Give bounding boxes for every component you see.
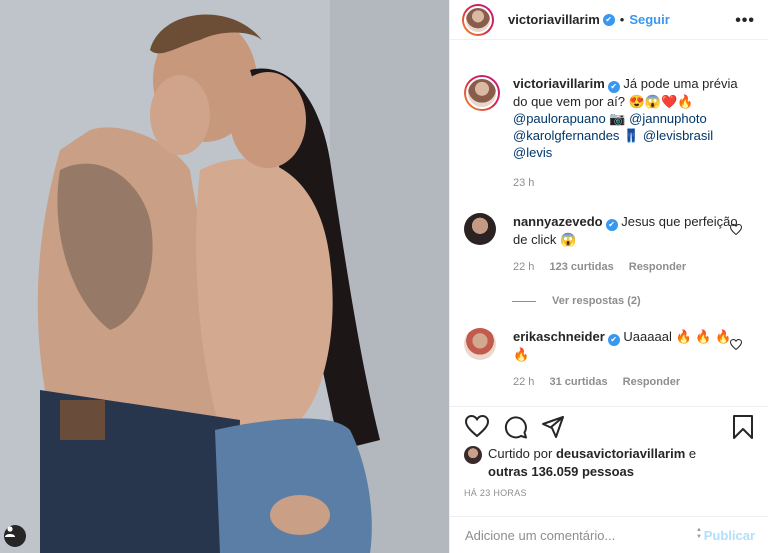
commenter-avatar[interactable] xyxy=(464,328,496,360)
mention-link[interactable]: @pauloraрuano xyxy=(513,111,606,126)
more-options-icon[interactable]: ••• xyxy=(735,12,755,30)
post-actions: Curtido por deusavictoriavillarim e outr… xyxy=(450,406,768,506)
comment-like-heart-icon[interactable] xyxy=(729,223,743,238)
view-replies-button[interactable]: Ver respostas (2) xyxy=(512,295,641,307)
likes-others[interactable]: outras 136.059 pessoas xyxy=(488,464,634,479)
verified-badge-icon: ✔ xyxy=(607,334,620,346)
comment-time[interactable]: 22 h xyxy=(513,261,534,273)
liker-username[interactable]: deusavictoriavillarim xyxy=(556,446,685,461)
mention-link[interactable]: @karolgfernandes xyxy=(513,128,619,143)
bookmark-icon[interactable] xyxy=(732,415,754,442)
comment-likes[interactable]: 31 curtidas xyxy=(549,376,607,388)
reply-button[interactable]: Responder xyxy=(623,376,680,388)
separator-dot: • xyxy=(619,12,625,27)
reply-button[interactable]: Responder xyxy=(629,261,686,273)
comment-likes[interactable]: 123 curtidas xyxy=(549,261,613,273)
reply-divider xyxy=(512,300,536,302)
likes-summary: Curtido por deusavictoriavillarim e outr… xyxy=(464,445,738,481)
photo-illustration xyxy=(0,0,449,553)
comments-list[interactable]: victoriavillarim ✔ Já pode uma prévia do … xyxy=(450,41,768,406)
caption-username[interactable]: victoriavillarim xyxy=(513,76,605,91)
follow-button[interactable]: Seguir xyxy=(629,12,669,27)
comment-item: nannyazevedo ✔ Jesus que perfeição de cli… xyxy=(464,213,738,276)
comment-icon[interactable] xyxy=(504,415,528,442)
camera-emoji: 📷 xyxy=(609,111,626,126)
comment-time[interactable]: 22 h xyxy=(513,376,534,388)
view-replies-label: Ver respostas (2) xyxy=(552,295,641,307)
share-icon[interactable] xyxy=(541,415,565,442)
caption-avatar[interactable] xyxy=(464,75,500,111)
post-header: victoriavillarim ✔ • Seguir ••• xyxy=(450,0,768,40)
comment-input[interactable] xyxy=(465,527,675,543)
commenter-username[interactable]: nannyazevedo xyxy=(513,214,603,229)
scroll-arrows-icon: ▲ ▼ xyxy=(696,527,702,540)
verified-badge-icon: ✔ xyxy=(605,219,618,231)
commenter-username[interactable]: erikaschneider xyxy=(513,329,605,344)
comment-like-heart-icon[interactable] xyxy=(729,338,743,353)
mention-link[interactable]: @levis xyxy=(513,145,552,160)
likes-connector: e xyxy=(688,446,697,461)
verified-badge-icon: ✔ xyxy=(607,81,620,93)
caption-time[interactable]: 23 h xyxy=(513,177,534,189)
heart-icon[interactable] xyxy=(464,414,490,440)
mention-link[interactable]: @jannuphoto xyxy=(629,111,707,126)
liker-avatar[interactable] xyxy=(464,446,482,464)
author-username[interactable]: victoriavillarim xyxy=(508,12,600,27)
post-timestamp[interactable]: HÁ 23 HORAS xyxy=(464,488,527,498)
comment-item: erikaschneider ✔ Uaaaaal 🔥 🔥 🔥🔥 22 h 31 c… xyxy=(464,328,738,391)
add-comment-bar: ▲▼ Publicar xyxy=(450,516,768,553)
caption: victoriavillarim ✔ Já pode uma prévia do … xyxy=(464,75,738,192)
post-photo[interactable] xyxy=(0,0,449,553)
likes-prefix: Curtido por xyxy=(488,446,553,461)
author-avatar[interactable] xyxy=(462,3,494,36)
publish-button[interactable]: Publicar xyxy=(704,528,755,543)
mention-link[interactable]: @levisbrasil xyxy=(643,128,713,143)
commenter-avatar[interactable] xyxy=(464,213,496,245)
user-tag-icon[interactable] xyxy=(4,525,26,547)
verified-badge-icon: ✔ xyxy=(602,13,615,26)
post-sidebar: victoriavillarim ✔ • Seguir ••• victoria… xyxy=(449,0,768,553)
jeans-emoji: 👖 xyxy=(623,128,640,143)
